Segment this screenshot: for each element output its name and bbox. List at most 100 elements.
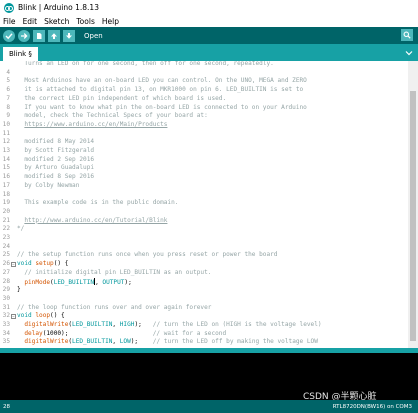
code-text: */ xyxy=(17,225,24,234)
menu-tools[interactable]: Tools xyxy=(75,17,95,26)
toolbar: Open xyxy=(0,27,418,44)
code-token: Most Arduinos have an on-board LED you c… xyxy=(17,77,307,85)
code-token: // the setup function runs once when you… xyxy=(17,251,278,259)
code-text: } xyxy=(17,286,21,295)
verify-button[interactable] xyxy=(3,29,15,42)
save-button[interactable] xyxy=(63,29,75,42)
code-token: HIGH xyxy=(119,321,135,328)
code-token: pinMode xyxy=(24,278,51,286)
code-line: 25 // the setup function runs once when y… xyxy=(0,251,408,260)
fold-toggle-icon[interactable]: − xyxy=(11,314,16,320)
line-number: 23 xyxy=(2,234,10,241)
menu-sketch[interactable]: Sketch xyxy=(43,17,70,26)
code-token: delay xyxy=(24,329,43,337)
code-token: LED_BUILTIN xyxy=(53,278,95,286)
code-line: 7 the correct LED pin independent of whi… xyxy=(0,95,408,104)
code-token: Turns an LED on for one second, then off… xyxy=(17,61,274,67)
code-text: // initialize digital pin LED_BUILTIN as… xyxy=(17,269,211,278)
line-number: 22 xyxy=(2,225,10,233)
code-line: 15 by Arturo Guadalupi xyxy=(0,164,408,173)
code-text: by Arturo Guadalupi xyxy=(17,164,94,173)
arrow-up-icon xyxy=(51,32,57,39)
code-line: 19 This example code is in the public do… xyxy=(0,199,408,208)
code-line: 34 delay(1000); // wait for a second xyxy=(0,330,408,339)
code-token: // wait for a second xyxy=(152,329,227,337)
code-token: by Colby Newman xyxy=(17,181,80,189)
line-number: 34 xyxy=(2,329,10,337)
code-token: setup xyxy=(35,260,54,268)
code-line: 28 pinMode(LED_BUILTIN, OUTPUT); xyxy=(0,277,408,287)
line-number: 32 xyxy=(2,312,10,320)
editor-scrollbar[interactable] xyxy=(408,61,418,348)
code-line: 18 xyxy=(0,191,408,200)
code-line: 23 xyxy=(0,234,408,243)
code-text: delay(1000); // wait for a second xyxy=(17,330,226,339)
code-token: */ xyxy=(17,225,25,233)
arrow-down-icon xyxy=(66,32,72,39)
code-token: OUTPUT xyxy=(102,278,125,286)
code-token: // turn the LED on (HIGH is the voltage … xyxy=(152,321,322,328)
code-token: () { xyxy=(50,312,65,320)
fold-toggle-icon[interactable]: − xyxy=(11,262,16,268)
title-bar: Blink | Arduino 1.8.13 xyxy=(0,0,418,15)
code-line: 20 xyxy=(0,208,408,217)
new-button[interactable] xyxy=(33,29,45,42)
code-token: it is attached to digital pin 13, on MKR… xyxy=(17,86,304,94)
code-line: 6 it is attached to digital pin 13, on M… xyxy=(0,86,408,95)
line-number: 26 xyxy=(2,260,10,268)
line-number: 24 xyxy=(2,242,10,250)
code-line: Turns an LED on for one second, then off… xyxy=(0,61,408,69)
menu-file[interactable]: File xyxy=(2,17,17,26)
code-token: void xyxy=(17,260,32,268)
menu-bar: File Edit Sketch Tools Help xyxy=(0,15,418,27)
open-button[interactable] xyxy=(48,29,60,42)
arduino-logo-icon xyxy=(4,2,14,13)
menu-edit[interactable]: Edit xyxy=(22,17,39,26)
line-number: 31 xyxy=(2,303,10,311)
line-number: 18 xyxy=(2,190,10,198)
line-number: 6 xyxy=(6,86,10,94)
code-line: 17 by Colby Newman xyxy=(0,182,408,191)
code-token: LED_BUILTIN xyxy=(72,321,113,328)
code-text: // the loop function runs over and over … xyxy=(17,304,211,313)
line-number: 5 xyxy=(6,77,10,85)
code-text: void setup() { xyxy=(17,260,68,269)
code-token: // initialize digital pin LED_BUILTIN as… xyxy=(17,268,212,276)
tab-blink[interactable]: Blink § xyxy=(3,47,38,61)
code-line: 27 // initialize digital pin LED_BUILTIN… xyxy=(0,269,408,278)
code-line: 13 by Scott Fitzgerald xyxy=(0,147,408,156)
code-token: modified 2 Sep 2016 xyxy=(17,155,95,163)
code-editor[interactable]: Turns an LED on for one second, then off… xyxy=(0,61,408,348)
code-text: by Colby Newman xyxy=(17,182,79,191)
code-line: 33 digitalWrite(LED_BUILTIN, HIGH); // t… xyxy=(0,321,408,330)
code-text: http://www.arduino.cc/en/Tutorial/Blink xyxy=(17,217,167,226)
menu-help[interactable]: Help xyxy=(101,17,120,26)
serial-monitor-button[interactable] xyxy=(401,29,413,41)
code-text: void loop() { xyxy=(17,312,65,321)
upload-button[interactable] xyxy=(18,29,30,42)
code-token: } xyxy=(17,286,21,294)
code-token: modified 8 May 2014 xyxy=(17,138,95,146)
code-token: ); xyxy=(134,321,153,328)
code-text: https://www.arduino.cc/en/Main/Products xyxy=(17,121,167,130)
code-line: 14 modified 2 Sep 2016 xyxy=(0,156,408,165)
status-board-port: RTL8720DN(BW16) on COM3 xyxy=(332,404,412,410)
code-text: If you want to know what pin the on-boar… xyxy=(17,104,307,113)
tab-menu-button[interactable] xyxy=(404,48,413,57)
scrollbar-thumb[interactable] xyxy=(410,91,416,341)
code-line: 22 */ xyxy=(0,225,408,234)
line-number: 8 xyxy=(6,103,10,111)
line-number: 30 xyxy=(2,294,10,302)
check-icon xyxy=(5,32,13,39)
code-token: // turn the LED off by making the voltag… xyxy=(152,338,318,346)
code-token: // the loop function runs over and over … xyxy=(17,303,212,311)
tab-bar: Blink § xyxy=(0,44,418,61)
code-line: 10 https://www.arduino.cc/en/Main/Produc… xyxy=(0,121,408,130)
code-line: 30 xyxy=(0,295,408,304)
arrow-right-icon xyxy=(21,32,28,39)
code-token: LED_BUILTIN xyxy=(72,338,113,346)
line-number: 19 xyxy=(2,199,10,207)
code-line: 32− void loop() { xyxy=(0,312,408,321)
code-token: the correct LED pin independent of which… xyxy=(17,94,227,102)
line-number: 33 xyxy=(2,321,10,328)
